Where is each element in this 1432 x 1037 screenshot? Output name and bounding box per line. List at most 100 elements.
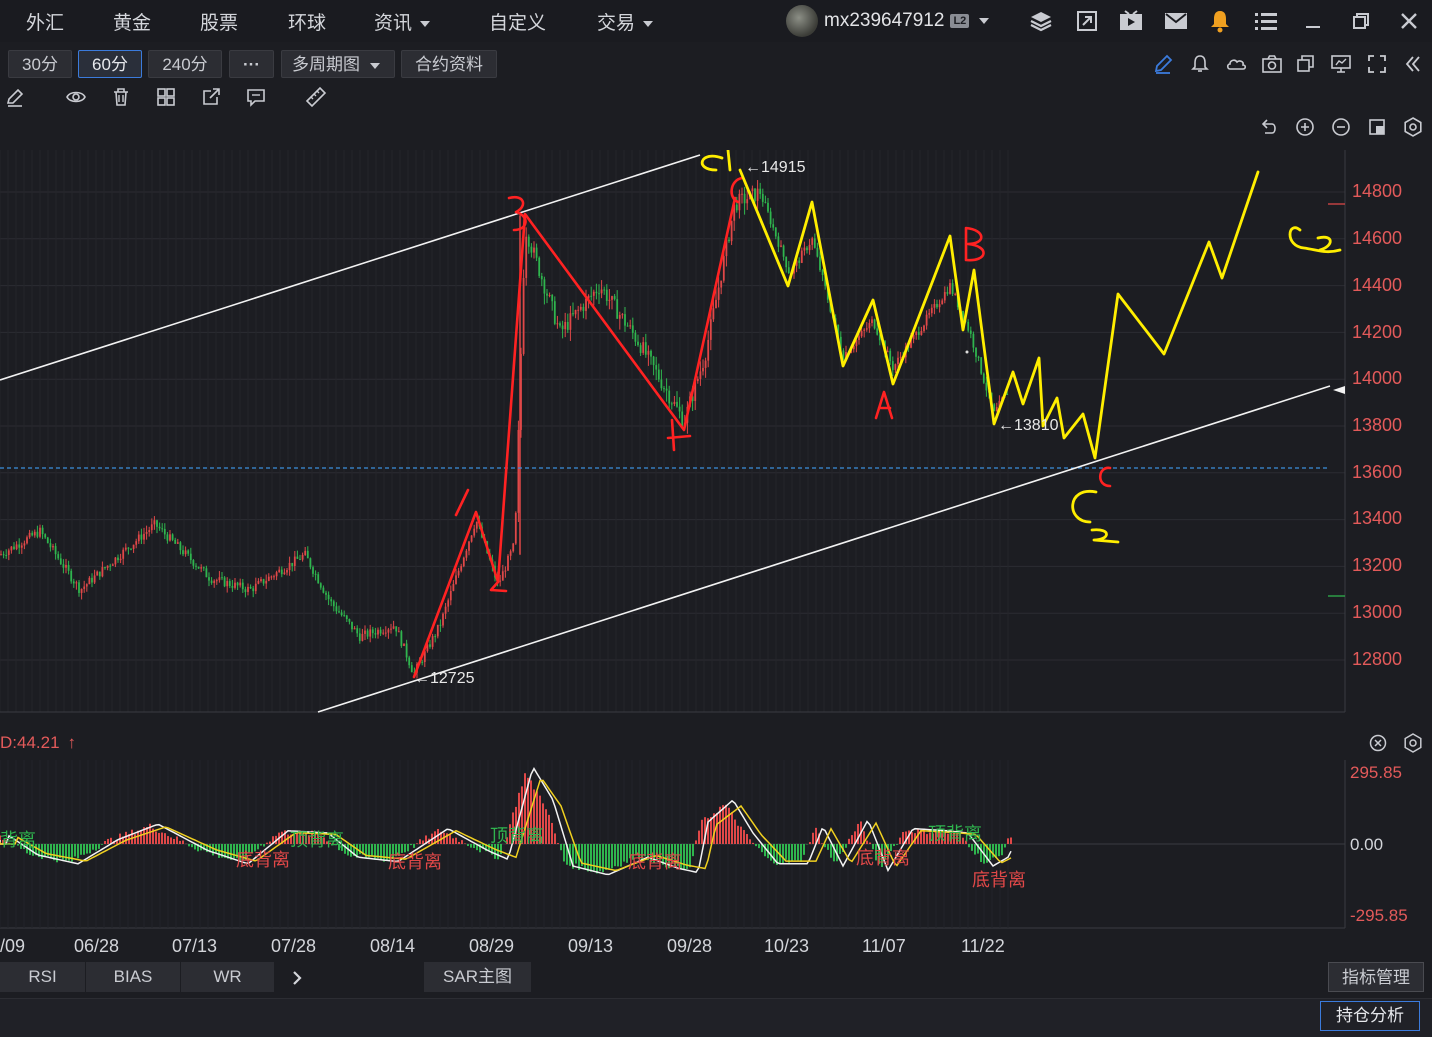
period-60min-button[interactable]: 60分 (78, 50, 142, 78)
expand-window-icon[interactable] (1074, 8, 1100, 34)
price-tick: 14600 (1352, 228, 1403, 248)
eye-icon[interactable] (65, 86, 87, 108)
close-icon[interactable] (1396, 8, 1422, 34)
close-indicator-icon[interactable] (1367, 732, 1389, 754)
chevron-down-icon[interactable] (979, 18, 990, 24)
indicator-bottom-value: -295.85 (1350, 906, 1408, 925)
settings-gear-icon[interactable] (1402, 116, 1424, 138)
tab-wr[interactable]: WR (181, 962, 275, 992)
price-tick: 14000 (1352, 368, 1403, 388)
copy-icon[interactable] (1295, 53, 1317, 75)
cloud-icon[interactable] (1225, 53, 1247, 75)
arrow-up-icon: ↑ (67, 733, 77, 752)
undo-icon[interactable] (1258, 116, 1280, 138)
indicator-manage-button[interactable]: 指标管理 (1328, 962, 1424, 992)
price-tick: 13000 (1352, 602, 1403, 622)
reset-view-icon[interactable] (1366, 116, 1388, 138)
indicator-value: D:44.21 (0, 733, 60, 752)
tab-bias[interactable]: BIAS (86, 962, 181, 992)
divergence-label: 底背离 (388, 852, 442, 872)
multi-period-dropdown[interactable]: 多周期图 (281, 50, 395, 78)
divergence-label: 顶背离 (490, 826, 544, 846)
nav-global[interactable]: 环球 (288, 8, 326, 35)
divergence-label: 背离 (0, 830, 36, 850)
price-tick: 12800 (1352, 649, 1403, 669)
chevron-down-icon (370, 62, 380, 69)
bell-icon[interactable] (1207, 8, 1233, 34)
top-nav-bar: 外汇 黄金 股票 环球 资讯 自定义 交易 mx239647912 L2 (0, 0, 1432, 42)
trash-icon[interactable] (110, 86, 132, 108)
minimize-icon[interactable] (1300, 8, 1326, 34)
indicator-tabs: RSI BIAS WR SAR主图 指标管理 (0, 962, 1432, 992)
price-tick: 13200 (1352, 555, 1403, 575)
mail-icon[interactable] (1163, 8, 1189, 34)
pen-icon[interactable] (1152, 53, 1174, 75)
tab-sar-main[interactable]: SAR主图 (424, 962, 532, 992)
username: mx239647912 (824, 10, 945, 31)
date-tick: 07/28 (271, 936, 317, 956)
share-icon[interactable] (200, 86, 222, 108)
date-tick: 11/07 (862, 936, 906, 956)
position-analysis-button[interactable]: 持仓分析 (1320, 1001, 1420, 1031)
nav-news[interactable]: 资讯 (374, 8, 431, 35)
layers-icon[interactable] (1028, 8, 1054, 34)
ruler-icon[interactable] (305, 86, 327, 108)
nav-trade-label: 交易 (597, 13, 636, 34)
period-30min-button[interactable]: 30分 (8, 50, 72, 78)
collapse-panel-icon[interactable] (1402, 53, 1424, 75)
macd-indicator-chart[interactable] (0, 760, 1432, 930)
chevron-right-icon[interactable] (282, 962, 312, 992)
zoom-out-icon[interactable] (1330, 116, 1352, 138)
nav-gold[interactable]: 黄金 (113, 8, 151, 35)
layout-grid-icon[interactable] (155, 86, 177, 108)
date-tick: 06/28 (74, 936, 120, 956)
price-tick: 14400 (1352, 275, 1403, 295)
camera-icon[interactable] (1261, 53, 1283, 75)
price-tick: 13600 (1352, 462, 1403, 482)
edit-icon[interactable] (4, 86, 26, 108)
zoom-in-icon[interactable] (1294, 116, 1316, 138)
video-icon[interactable] (1118, 8, 1144, 34)
contract-info-button[interactable]: 合约资料 (401, 50, 497, 78)
nav-stocks[interactable]: 股票 (200, 8, 238, 35)
main-price-chart[interactable] (0, 150, 1432, 725)
more-periods-button[interactable]: ··· (229, 50, 274, 78)
date-tick: 09/28 (667, 936, 713, 956)
user-account[interactable]: mx239647912 L2 (786, 5, 990, 37)
period-240min-button[interactable]: 240分 (148, 50, 222, 78)
low-price-annotation: ←12725 (414, 670, 475, 687)
tab-rsi[interactable]: RSI (0, 962, 86, 992)
price-tick: 13800 (1352, 415, 1403, 435)
divergence-label: 底背离 (856, 848, 910, 868)
period-toolbar: 30分 60分 240分 ··· 多周期图 合约资料 (0, 46, 1432, 82)
nav-news-label: 资讯 (374, 13, 413, 34)
divergence-label: 底背离 (972, 870, 1026, 890)
date-tick: 08/14 (370, 936, 416, 956)
date-tick: 09/13 (568, 936, 614, 956)
comment-icon[interactable] (245, 86, 267, 108)
high-price-annotation: ←14915 (745, 159, 806, 176)
nav-forex[interactable]: 外汇 (26, 8, 64, 35)
price-tick: 14800 (1352, 181, 1403, 201)
divergence-label: 底背离 (236, 850, 290, 870)
date-tick: 08/29 (469, 936, 515, 956)
alert-bell-icon[interactable] (1189, 53, 1211, 75)
divergence-label: 顶背离 (290, 830, 344, 850)
indicator-settings-icon[interactable] (1402, 732, 1424, 754)
date-tick: 07/13 (172, 936, 218, 956)
fullscreen-icon[interactable] (1366, 53, 1388, 75)
restore-icon[interactable] (1348, 8, 1374, 34)
level-badge: L2 (950, 14, 970, 28)
mid-low-annotation: ←13810 (998, 417, 1059, 434)
menu-list-icon[interactable] (1253, 8, 1279, 34)
chevron-down-icon (420, 20, 431, 27)
status-bar: 持仓分析 (0, 998, 1432, 1037)
avatar[interactable] (786, 5, 818, 37)
divergence-label: 底背离 (628, 852, 682, 872)
nav-trade[interactable]: 交易 (597, 8, 654, 35)
monitor-icon[interactable] (1330, 53, 1352, 75)
multi-period-label: 多周期图 (292, 55, 360, 74)
price-tick: 13400 (1352, 508, 1403, 528)
indicator-zero-value: 0.00 (1350, 835, 1384, 854)
nav-custom[interactable]: 自定义 (489, 8, 546, 35)
